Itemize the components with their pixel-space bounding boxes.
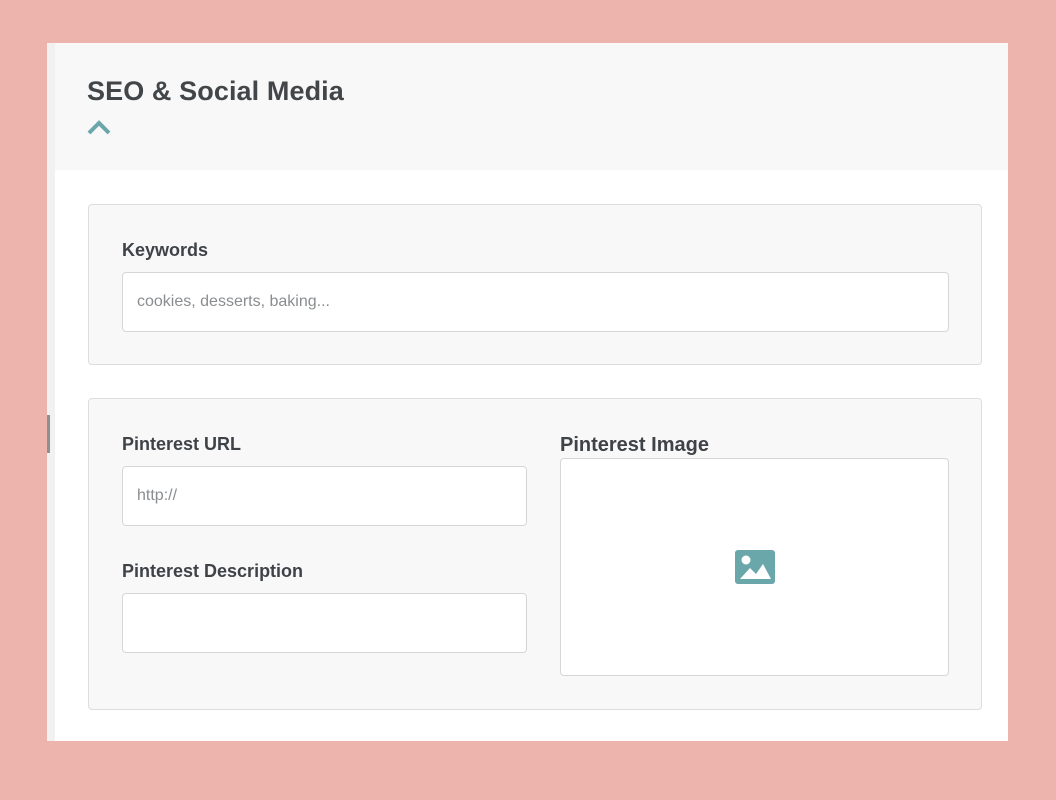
collapse-section-button[interactable] [85,117,115,139]
keywords-panel: Keywords [88,204,982,365]
keywords-label: Keywords [122,240,209,260]
chevron-up-icon [87,120,111,135]
image-icon [735,550,775,584]
pinterest-description-input[interactable] [122,593,527,653]
seo-social-card: SEO & Social Media Keywords Pinterest UR… [47,43,1008,741]
pinterest-url-input[interactable] [122,466,527,526]
pinterest-image-label: Pinterest Image [560,434,709,456]
section-header: SEO & Social Media [55,43,1008,170]
left-rail [47,43,55,741]
pinterest-panel: Pinterest URL Pinterest Description Pint… [88,398,982,710]
pinterest-url-label: Pinterest URL [122,434,242,454]
keywords-input[interactable] [122,272,949,332]
pinterest-image-upload[interactable] [560,458,949,676]
left-rail-handle[interactable] [47,415,50,453]
section-title: SEO & Social Media [87,76,344,106]
pinterest-description-label: Pinterest Description [122,561,304,581]
